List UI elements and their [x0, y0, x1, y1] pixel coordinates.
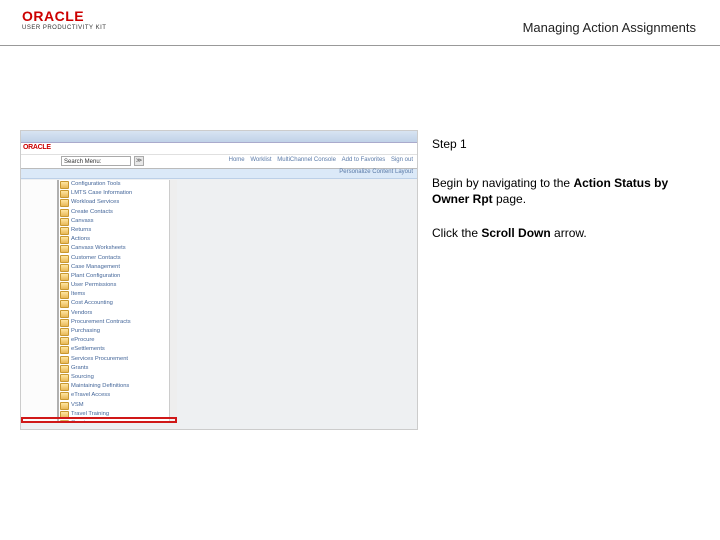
nav-worklist[interactable]: Worklist [250, 157, 271, 163]
search-go-icon[interactable]: ≫ [134, 156, 144, 166]
sidebar-item[interactable]: Case Management› [59, 263, 176, 272]
sidebar-item[interactable]: Workload Services› [59, 198, 176, 207]
app-topbar [21, 131, 417, 143]
search-input[interactable]: Search Menu: [61, 156, 131, 166]
page-title: Managing Action Assignments [523, 20, 696, 35]
app-logo: ORACLE [23, 144, 51, 151]
embedded-screenshot: ORACLE Search Menu: ≫ Home Worklist Mult… [20, 130, 418, 430]
sidebar-item[interactable]: Maintaining Definitions› [59, 382, 176, 391]
instruction-text: Begin by navigating to the [432, 176, 573, 190]
sidebar-item[interactable]: User Permissions [59, 281, 176, 290]
sidebar-item[interactable]: eProcure› [59, 336, 176, 345]
sidebar-item[interactable]: Items [59, 290, 176, 299]
logo-brand: ORACLE [22, 8, 106, 24]
instruction-text: Click the [432, 226, 481, 240]
left-gutter [21, 180, 59, 421]
sidebar-item[interactable]: eTravel Access› [59, 391, 176, 400]
scroll-down-highlight[interactable] [21, 417, 177, 423]
sidebar-item[interactable]: Procurement Contracts› [59, 318, 176, 327]
sidebar-item[interactable]: Grants [59, 364, 176, 373]
sidebar-item[interactable]: Cost Accounting› [59, 299, 176, 308]
sidebar-item[interactable]: Vendors [59, 309, 176, 318]
sidebar-scrollbar[interactable] [169, 180, 177, 421]
instruction-text: page. [493, 192, 526, 206]
nav-signout[interactable]: Sign out [391, 157, 413, 163]
instruction-line-2: Click the Scroll Down arrow. [432, 225, 698, 241]
app-brandrow: ORACLE [21, 143, 417, 155]
personalize-link[interactable]: Personalize Content Layout [339, 169, 413, 175]
instruction-line-1: Begin by navigating to the Action Status… [432, 175, 698, 207]
sidebar-item[interactable]: Services Procurement› [59, 355, 176, 364]
sidebar-item[interactable]: Create Contacts [59, 208, 176, 217]
sidebar-item[interactable]: Sourcing [59, 373, 176, 382]
step-label: Step 1 [432, 136, 698, 152]
sidebar-item[interactable]: Customer Contacts [59, 254, 176, 263]
sidebar-item[interactable]: Purchasing [59, 327, 176, 336]
sidebar-item[interactable]: Canvass Worksheets› [59, 244, 176, 253]
sidebar-item[interactable]: VSM [59, 401, 176, 410]
document-header: ORACLE USER PRODUCTIVITY KIT Managing Ac… [0, 0, 720, 46]
nav-home[interactable]: Home [229, 157, 245, 163]
app-subbar: Personalize Content Layout [21, 169, 417, 179]
sidebar-item[interactable]: Configuration Tools› [59, 180, 176, 189]
app-menubar: Search Menu: ≫ Home Worklist MultiChanne… [21, 155, 417, 169]
sidebar-item[interactable]: eSettlements [59, 345, 176, 354]
sidebar-item[interactable]: Returns [59, 226, 176, 235]
nav-sidebar: Configuration Tools›LMTS Case Informatio… [59, 180, 177, 421]
sidebar-item[interactable]: Actions› [59, 235, 176, 244]
sidebar-item[interactable]: LMTS Case Information› [59, 189, 176, 198]
logo-subbrand: USER PRODUCTIVITY KIT [22, 25, 106, 31]
nav-mcc[interactable]: MultiChannel Console [277, 157, 336, 163]
top-nav: Home Worklist MultiChannel Console Add t… [225, 157, 413, 163]
sidebar-item[interactable]: Canvass [59, 217, 176, 226]
instruction-bold: Scroll Down [481, 226, 550, 240]
instruction-text: arrow. [551, 226, 587, 240]
sidebar-item[interactable]: Plant Configuration› [59, 272, 176, 281]
oracle-logo: ORACLE USER PRODUCTIVITY KIT [22, 8, 106, 31]
nav-favorites[interactable]: Add to Favorites [342, 157, 386, 163]
